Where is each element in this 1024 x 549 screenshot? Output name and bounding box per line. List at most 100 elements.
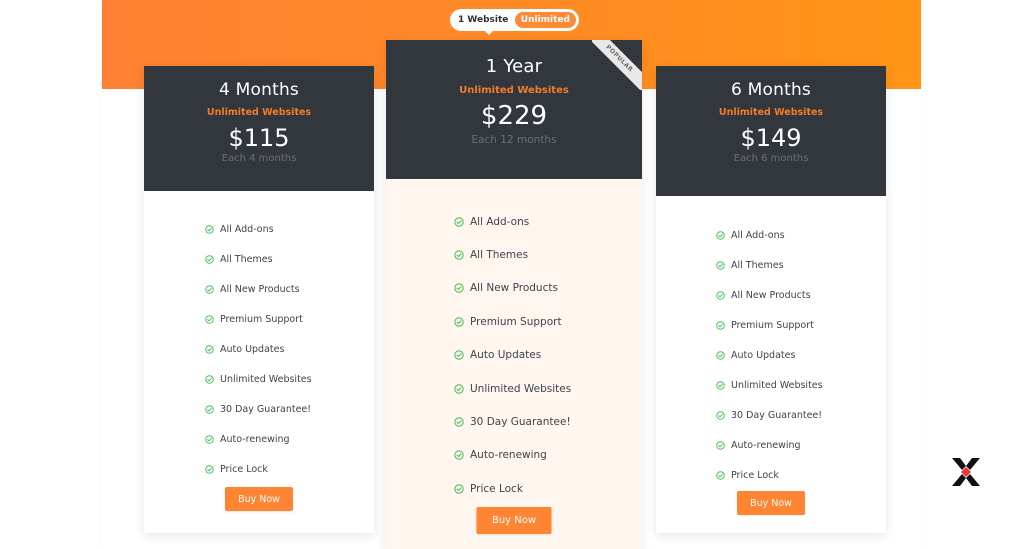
buy-now-button[interactable]: Buy Now [225, 487, 293, 511]
feature-label: All Themes [470, 249, 529, 262]
feature-item: Auto-renewing [716, 431, 886, 461]
feature-label: Premium Support [220, 313, 303, 325]
feature-label: Auto Updates [470, 349, 542, 362]
buy-now-button[interactable]: Buy Now [476, 507, 552, 534]
feature-label: Auto Updates [220, 343, 285, 355]
feature-item: All New Products [716, 280, 886, 310]
feature-label: All New Products [220, 283, 300, 295]
feature-label: All Add-ons [731, 229, 785, 241]
check-circle-icon [205, 224, 214, 234]
feature-item: Price Lock [716, 461, 886, 491]
plan-sites: Unlimited Websites [718, 107, 824, 118]
k-brand-logo-icon [952, 458, 980, 486]
feature-item: Auto Updates [454, 339, 642, 372]
feature-list: All Add-ons All Themes All New Products Pre… [386, 179, 642, 506]
check-circle-icon [205, 315, 214, 324]
feature-label: Unlimited Websites [470, 382, 572, 395]
feature-item: 30 Day Guarantee! [205, 395, 374, 425]
check-circle-icon [716, 411, 725, 420]
check-circle-icon [454, 383, 464, 394]
feature-label: Price Lock [470, 482, 523, 495]
check-circle-icon [205, 284, 214, 294]
plan-sites: Unlimited Websites [459, 85, 569, 96]
check-circle-icon [205, 465, 214, 475]
feature-label: All New Products [470, 282, 558, 295]
feature-label: 30 Day Guarantee! [731, 410, 823, 422]
check-circle-icon [716, 351, 725, 360]
toggle-option-unlimited[interactable]: Unlimited [513, 11, 577, 29]
plan-price: $229 [480, 101, 548, 131]
check-circle-icon [716, 321, 725, 330]
check-circle-icon [454, 317, 464, 327]
feature-label: All Add-ons [220, 223, 274, 235]
plan-name: 6 Months [731, 80, 811, 100]
plan-name: 4 Months [219, 80, 299, 100]
feature-item: Unlimited Websites [205, 364, 374, 394]
feature-label: All Themes [731, 259, 784, 271]
feature-item: Unlimited Websites [716, 370, 886, 400]
feature-item: All Add-ons [454, 205, 642, 238]
check-circle-icon [205, 345, 214, 354]
feature-item: Premium Support [205, 304, 374, 334]
feature-item: All New Products [454, 272, 642, 305]
plan-card-4-months: 4 Months Unlimited Websites $115 Each 4 … [144, 66, 374, 533]
plan-price: $115 [228, 124, 290, 152]
check-circle-icon [454, 216, 464, 227]
plan-period: Each 6 months [733, 153, 809, 164]
popular-ribbon: POPULAR [592, 40, 642, 90]
feature-label: 30 Day Guarantee! [470, 416, 571, 429]
feature-label: Price Lock [220, 464, 268, 476]
plan-period: Each 4 months [221, 153, 297, 164]
plan-sites: Unlimited Websites [206, 107, 312, 118]
check-circle-icon [716, 441, 725, 450]
feature-item: Unlimited Websites [454, 372, 642, 405]
plan-header: 4 Months Unlimited Websites $115 Each 4 … [144, 66, 374, 191]
check-circle-icon [205, 375, 214, 384]
plan-name: 1 Year [485, 56, 543, 77]
license-toggle[interactable]: 1 Website Unlimited [450, 9, 579, 35]
feature-item: All Themes [716, 250, 886, 280]
feature-item: Price Lock [205, 455, 374, 485]
check-circle-icon [205, 435, 214, 444]
feature-item: Auto Updates [205, 334, 374, 364]
check-circle-icon [205, 405, 214, 414]
feature-item: All Themes [454, 238, 642, 271]
plan-period: Each 12 months [471, 134, 557, 146]
check-circle-icon [454, 450, 464, 461]
feature-label: Premium Support [470, 315, 562, 328]
plan-price: $149 [740, 124, 802, 152]
check-circle-icon [454, 484, 464, 494]
plan-card-6-months: 6 Months Unlimited Websites $149 Each 6 … [656, 66, 886, 533]
check-circle-icon [205, 254, 214, 264]
feature-label: Auto Updates [731, 349, 796, 361]
feature-item: All Themes [205, 244, 374, 274]
feature-list: All Add-ons All Themes All New Products Pre… [656, 196, 886, 491]
feature-label: Auto-renewing [470, 449, 547, 462]
feature-list: All Add-ons All Themes All New Products Pre… [144, 191, 374, 485]
logo-stroke-top-right [966, 458, 980, 470]
logo-stroke-bottom-right [966, 474, 980, 486]
check-circle-icon [716, 260, 725, 270]
feature-label: All Themes [220, 253, 273, 265]
check-circle-icon [716, 290, 725, 300]
feature-label: 30 Day Guarantee! [220, 404, 312, 416]
plan-card-1-year: 1 Year Unlimited Websites $229 Each 12 m… [386, 40, 642, 549]
toggle-option-1-website[interactable]: 1 Website [458, 15, 508, 25]
feature-item: Premium Support [716, 310, 886, 340]
feature-label: Auto-renewing [220, 434, 290, 446]
check-circle-icon [454, 250, 464, 260]
logo-stroke-bottom-left [952, 474, 966, 486]
feature-label: Unlimited Websites [731, 380, 823, 392]
feature-item: 30 Day Guarantee! [454, 405, 642, 438]
feature-item: 30 Day Guarantee! [716, 401, 886, 431]
feature-label: Premium Support [731, 319, 814, 331]
check-circle-icon [454, 350, 464, 360]
check-circle-icon [716, 230, 725, 240]
check-circle-icon [716, 381, 725, 390]
check-circle-icon [716, 471, 725, 481]
check-circle-icon [454, 283, 464, 294]
buy-now-button[interactable]: Buy Now [737, 491, 805, 515]
feature-item: All Add-ons [205, 214, 374, 244]
feature-label: Auto-renewing [731, 440, 801, 452]
popular-badge: POPULAR [592, 40, 642, 90]
